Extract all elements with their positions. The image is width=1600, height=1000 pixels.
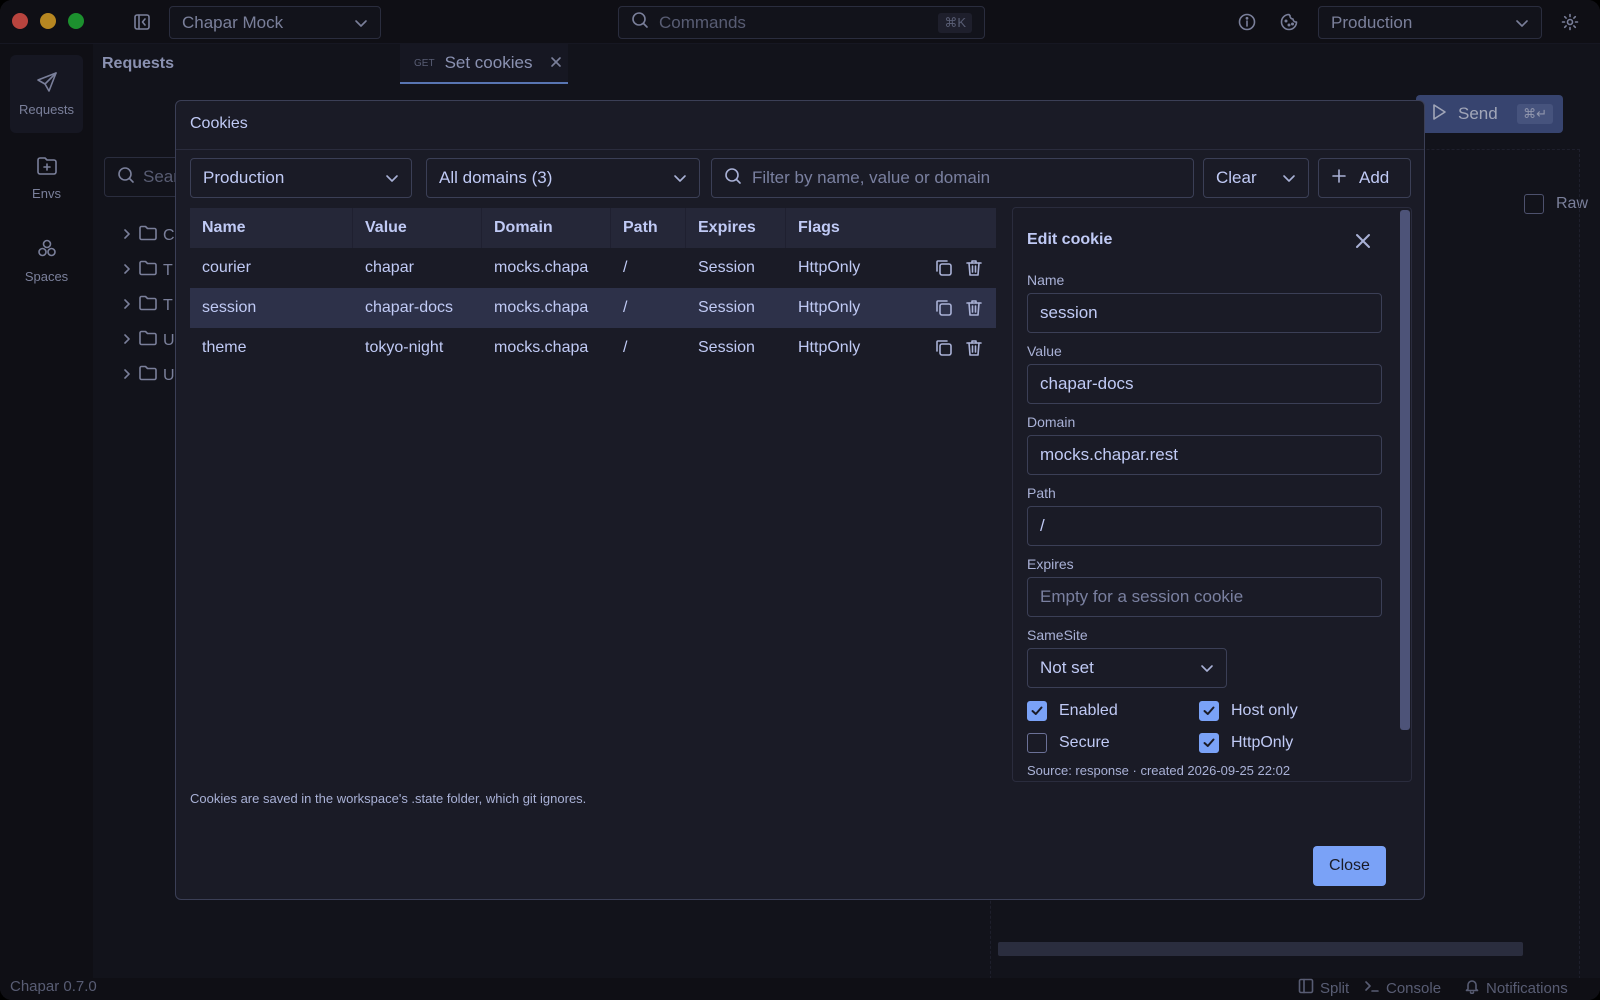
httponly-label: HttpOnly <box>1231 734 1294 751</box>
clear-label: Clear <box>1216 168 1257 187</box>
cell-name: session <box>202 299 257 316</box>
divider <box>176 149 1424 150</box>
cell-path: / <box>623 259 628 276</box>
cell-value: tokyo-night <box>365 339 444 356</box>
domain-field[interactable]: mocks.chapar.rest <box>1027 435 1382 475</box>
enabled-toggle[interactable]: Enabled <box>1027 701 1118 721</box>
path-label: Path <box>1027 485 1056 501</box>
edit-panel-title: Edit cookie <box>1027 231 1113 248</box>
copy-icon[interactable] <box>934 298 954 323</box>
cell-path: / <box>623 299 628 316</box>
trash-icon[interactable] <box>964 298 984 323</box>
column-header[interactable]: Expires <box>686 208 786 248</box>
cell-path: / <box>623 339 628 356</box>
httponly-checkbox[interactable] <box>1199 733 1219 753</box>
search-icon <box>724 167 742 190</box>
column-header[interactable]: Value <box>353 208 482 248</box>
chevron-down-icon <box>385 171 399 185</box>
cell-value: chapar <box>365 259 414 276</box>
cell-domain: mocks.chapa <box>494 259 589 276</box>
host-only-label: Host only <box>1231 702 1298 719</box>
expires-field[interactable]: Empty for a session cookie <box>1027 577 1382 617</box>
environment-filter-value: Production <box>203 168 285 187</box>
cell-value: chapar-docs <box>365 299 454 316</box>
copy-icon[interactable] <box>934 258 954 283</box>
cookie-source-info: Source: response · created 2026-09-25 22… <box>1027 763 1291 778</box>
column-header[interactable]: Name <box>190 208 353 248</box>
samesite-label: SameSite <box>1027 627 1088 643</box>
host-only-toggle[interactable]: Host only <box>1199 701 1298 721</box>
path-field[interactable]: / <box>1027 506 1382 546</box>
secure-checkbox[interactable] <box>1027 733 1047 753</box>
table-row[interactable]: session chapar-docs mocks.chapa / Sessio… <box>190 288 996 328</box>
cell-expires: Session <box>698 339 755 356</box>
secure-toggle[interactable]: Secure <box>1027 733 1110 753</box>
cookie-filter-input[interactable]: Filter by name, value or domain <box>711 158 1194 198</box>
table-row[interactable]: courier chapar mocks.chapa / Session Htt… <box>190 248 996 288</box>
enabled-checkbox[interactable] <box>1027 701 1047 721</box>
column-header[interactable]: Flags <box>786 208 996 248</box>
cell-expires: Session <box>698 299 755 316</box>
table-row[interactable]: theme tokyo-night mocks.chapa / Session … <box>190 328 996 368</box>
add-cookie-button[interactable]: Add <box>1318 158 1411 198</box>
value-field[interactable]: chapar-docs <box>1027 364 1382 404</box>
name-field[interactable]: session <box>1027 293 1382 333</box>
cell-flags: HttpOnly <box>798 259 861 276</box>
close-icon[interactable] <box>1354 232 1372 254</box>
environment-filter-select[interactable]: Production <box>190 158 412 198</box>
cell-expires: Session <box>698 259 755 276</box>
cell-domain: mocks.chapa <box>494 299 589 316</box>
app-window: Chapar Mock Commands ⌘K Production Reque… <box>0 0 1600 1000</box>
cell-flags: HttpOnly <box>798 339 861 356</box>
domain-label: Domain <box>1027 414 1076 430</box>
samesite-select[interactable]: Not set <box>1027 648 1227 688</box>
value-label: Value <box>1027 343 1062 359</box>
host-only-checkbox[interactable] <box>1199 701 1219 721</box>
samesite-value: Not set <box>1040 658 1094 677</box>
dialog-title: Cookies <box>190 115 248 132</box>
trash-icon[interactable] <box>964 258 984 283</box>
copy-icon[interactable] <box>934 338 954 363</box>
close-button[interactable]: Close <box>1313 846 1386 886</box>
panel-scrollbar[interactable] <box>1400 210 1410 730</box>
name-label: Name <box>1027 272 1065 288</box>
secure-label: Secure <box>1059 734 1110 751</box>
clear-button[interactable]: Clear <box>1203 158 1309 198</box>
cell-flags: HttpOnly <box>798 299 861 316</box>
trash-icon[interactable] <box>964 338 984 363</box>
chevron-down-icon <box>1282 171 1296 185</box>
chevron-down-icon <box>1200 661 1214 675</box>
column-header[interactable]: Domain <box>482 208 611 248</box>
storage-note: Cookies are saved in the workspace's .st… <box>190 791 587 806</box>
edit-cookie-panel: Edit cookie Name session Value chapar-do… <box>1012 207 1412 782</box>
add-label: Add <box>1359 168 1390 187</box>
table-header: Name Value Domain Path Expires Flags <box>190 208 996 248</box>
domain-filter-select[interactable]: All domains (3) <box>426 158 700 198</box>
domain-filter-value: All domains (3) <box>439 168 553 187</box>
chevron-down-icon <box>673 171 687 185</box>
filter-placeholder: Filter by name, value or domain <box>752 168 991 187</box>
plus-icon <box>1331 168 1347 189</box>
cell-domain: mocks.chapa <box>494 339 589 356</box>
cookies-dialog: Cookies Production All domains (3) Filte… <box>175 100 1425 900</box>
httponly-toggle[interactable]: HttpOnly <box>1199 733 1293 753</box>
cookies-table: Name Value Domain Path Expires Flags cou… <box>190 208 996 368</box>
cell-name: courier <box>202 259 251 276</box>
column-header[interactable]: Path <box>611 208 686 248</box>
cell-name: theme <box>202 339 247 356</box>
expires-label: Expires <box>1027 556 1074 572</box>
enabled-label: Enabled <box>1059 702 1118 719</box>
